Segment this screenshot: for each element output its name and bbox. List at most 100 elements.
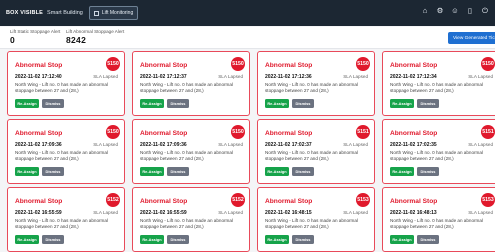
reassign-button[interactable]: Re-Assign (15, 235, 39, 244)
dismiss-button[interactable]: Dismiss (42, 235, 64, 244)
ticket-badge: 5150 (106, 125, 120, 139)
dismiss-button[interactable]: Dismiss (292, 235, 314, 244)
card-message: North Wing - Lift no. 0 has made an abno… (265, 218, 358, 230)
card-timestamp: 2022-11-02 17:12:40 (15, 74, 62, 80)
reassign-button[interactable]: Re-Assign (390, 99, 414, 108)
reassign-button[interactable]: Re-Assign (265, 235, 289, 244)
stoppage-alert-stat: Lift Static Stoppage Alert 0 (10, 29, 60, 45)
alert-card: Abnormal Stop 5152 2022-11-02 16:55:59 S… (7, 187, 125, 252)
ticket-badge: 5150 (356, 57, 370, 71)
top-navigation-bar: BOX VISIBLE Smart Building Lift Monitori… (0, 0, 495, 26)
sla-status: SLA Lapsed (218, 210, 243, 215)
reassign-button[interactable]: Re-Assign (390, 167, 414, 176)
card-title: Abnormal Stop (265, 62, 313, 69)
abnormal-alert-stat: Lift Abnormal Stoppage Alert 8242 (66, 29, 124, 45)
alert-card: Abnormal Stop 5150 2022-11-02 17:12:34 S… (382, 51, 495, 116)
stat-label: Lift Abnormal Stoppage Alert (66, 29, 125, 34)
sla-status: SLA Lapsed (218, 142, 243, 147)
sla-status: SLA Lapsed (93, 142, 118, 147)
card-message: North Wing - Lift no. 0 has made an abno… (390, 218, 483, 230)
alert-card: Abnormal Stop 5150 2022-11-02 17:09:36 S… (132, 119, 250, 184)
dismiss-button[interactable]: Dismiss (417, 167, 439, 176)
ticket-badge: 5150 (106, 57, 120, 71)
card-title: Abnormal Stop (390, 62, 438, 69)
card-message: North Wing - Lift no. 0 has made an abno… (140, 218, 233, 230)
card-title: Abnormal Stop (140, 198, 188, 205)
card-timestamp: 2022-11-02 17:12:36 (265, 74, 312, 80)
reassign-button[interactable]: Re-Assign (15, 167, 39, 176)
card-message: North Wing - Lift no. 0 has made an abno… (390, 150, 483, 162)
card-timestamp: 2022-11-02 16:48:13 (390, 210, 437, 216)
dismiss-button[interactable]: Dismiss (42, 167, 64, 176)
card-timestamp: 2022-11-02 17:12:37 (140, 74, 187, 80)
card-title: Abnormal Stop (265, 198, 313, 205)
reassign-button[interactable]: Re-Assign (15, 99, 39, 108)
ticket-badge: 5150 (481, 57, 495, 71)
alert-card-grid: Abnormal Stop 5150 2022-11-02 17:12:40 S… (0, 49, 495, 252)
card-title: Abnormal Stop (15, 130, 63, 137)
dismiss-button[interactable]: Dismiss (417, 235, 439, 244)
tab-lift-monitoring[interactable]: Lift Monitoring (88, 6, 139, 20)
power-icon[interactable]: ⏻ (481, 7, 489, 15)
reassign-button[interactable]: Re-Assign (140, 167, 164, 176)
dismiss-button[interactable]: Dismiss (292, 167, 314, 176)
sla-status: SLA Lapsed (468, 210, 493, 215)
document-icon[interactable]: ▯ (466, 7, 474, 15)
reassign-button[interactable]: Re-Assign (265, 167, 289, 176)
alert-card: Abnormal Stop 5151 2022-11-02 17:02:37 S… (257, 119, 375, 184)
alert-card: Abnormal Stop 5152 2022-11-02 16:55:59 S… (132, 187, 250, 252)
ticket-badge: 5152 (231, 193, 245, 207)
card-timestamp: 2022-11-02 16:55:59 (140, 210, 187, 216)
card-message: North Wing - Lift no. 0 has made an abno… (15, 150, 108, 162)
alert-card: Abnormal Stop 5150 2022-11-02 17:09:36 S… (7, 119, 125, 184)
home-icon[interactable]: ⌂ (421, 7, 429, 15)
dismiss-button[interactable]: Dismiss (292, 99, 314, 108)
ticket-badge: 5150 (231, 125, 245, 139)
dismiss-button[interactable]: Dismiss (417, 99, 439, 108)
alert-stats-bar: Lift Static Stoppage Alert 0 Lift Abnorm… (0, 27, 495, 49)
view-generated-tickets-button[interactable]: View Generated Tickets (448, 32, 495, 44)
card-message: North Wing - Lift no. 0 has made an abno… (15, 218, 108, 230)
card-timestamp: 2022-11-02 17:09:36 (15, 142, 62, 148)
card-timestamp: 2022-11-02 16:55:59 (15, 210, 62, 216)
user-icon[interactable]: ☺ (451, 7, 459, 15)
dismiss-button[interactable]: Dismiss (167, 167, 189, 176)
card-title: Abnormal Stop (15, 62, 63, 69)
brand-logo-text: BOX VISIBLE (6, 10, 44, 16)
card-timestamp: 2022-11-02 17:02:35 (390, 142, 437, 148)
sla-status: SLA Lapsed (468, 74, 493, 79)
ticket-badge: 5150 (231, 57, 245, 71)
alert-card: Abnormal Stop 5150 2022-11-02 17:12:37 S… (132, 51, 250, 116)
stat-value: 8242 (66, 35, 87, 45)
ticket-badge: 5153 (356, 193, 370, 207)
card-title: Abnormal Stop (140, 62, 188, 69)
reassign-button[interactable]: Re-Assign (390, 235, 414, 244)
card-title: Abnormal Stop (390, 130, 438, 137)
card-timestamp: 2022-11-02 16:48:15 (265, 210, 312, 216)
stat-label: Lift Static Stoppage Alert (10, 29, 61, 34)
sla-status: SLA Lapsed (218, 74, 243, 79)
reassign-button[interactable]: Re-Assign (140, 235, 164, 244)
reassign-button[interactable]: Re-Assign (140, 99, 164, 108)
card-message: North Wing - Lift no. 0 has made an abno… (140, 150, 233, 162)
dismiss-button[interactable]: Dismiss (167, 99, 189, 108)
reassign-button[interactable]: Re-Assign (265, 99, 289, 108)
dismiss-button[interactable]: Dismiss (167, 235, 189, 244)
header-icon-group: ⌂ ⚙ ☺ ▯ ⏻ (421, 7, 489, 15)
alert-card: Abnormal Stop 5150 2022-11-02 17:12:40 S… (7, 51, 125, 116)
ticket-badge: 5151 (481, 125, 495, 139)
sla-status: SLA Lapsed (343, 142, 368, 147)
card-timestamp: 2022-11-02 17:09:36 (140, 142, 187, 148)
sla-status: SLA Lapsed (93, 210, 118, 215)
alert-card: Abnormal Stop 5150 2022-11-02 17:12:36 S… (257, 51, 375, 116)
card-message: North Wing - Lift no. 0 has made an abno… (15, 82, 108, 94)
sla-status: SLA Lapsed (343, 74, 368, 79)
sla-status: SLA Lapsed (343, 210, 368, 215)
stat-value: 0 (10, 35, 16, 45)
settings-icon[interactable]: ⚙ (436, 7, 444, 15)
dismiss-button[interactable]: Dismiss (42, 99, 64, 108)
sla-status: SLA Lapsed (468, 142, 493, 147)
alert-card: Abnormal Stop 5153 2022-11-02 16:48:15 S… (257, 187, 375, 252)
brand-subtitle: Smart Building (47, 10, 83, 16)
alert-card: Abnormal Stop 5151 2022-11-02 17:02:35 S… (382, 119, 495, 184)
